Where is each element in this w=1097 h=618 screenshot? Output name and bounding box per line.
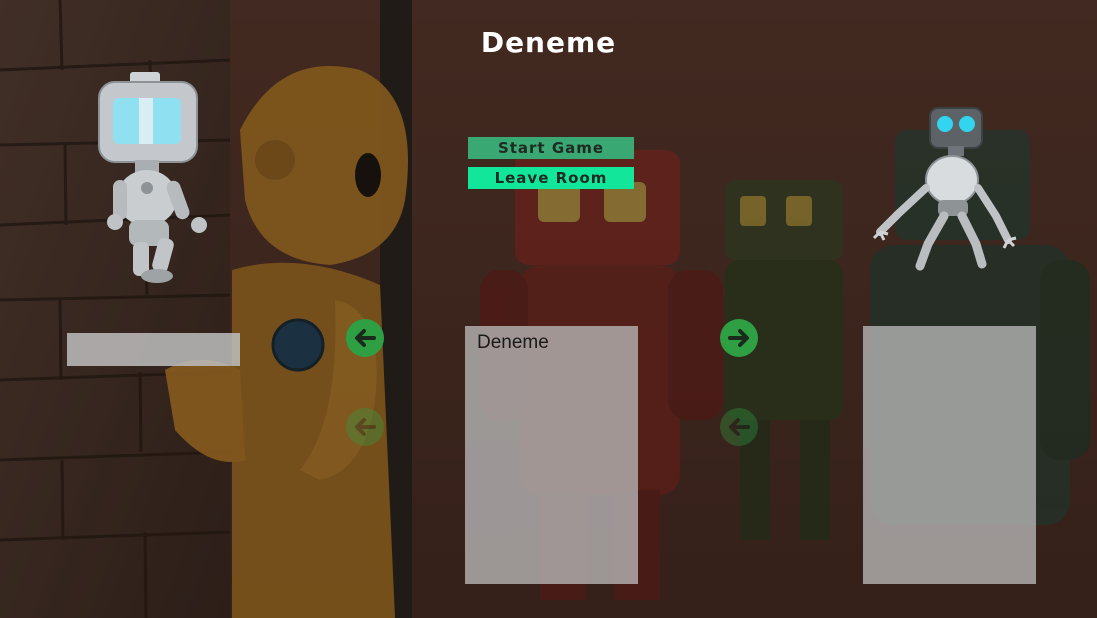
player-avatar-left [98,72,207,283]
previous-character-button[interactable] [346,319,384,357]
arrow-right-icon [720,319,758,357]
arrow-left-icon [346,408,384,446]
next-character-button[interactable] [720,319,758,357]
previous-character-button-right-disabled[interactable] [720,408,758,446]
player-name-field-left [67,333,240,366]
arrow-left-icon [346,319,384,357]
room-title: Deneme [480,26,617,59]
start-game-button[interactable]: Start Game [468,137,634,159]
player-slot-right [863,326,1036,584]
previous-character-button-disabled[interactable] [346,408,384,446]
arrow-left-icon [720,408,758,446]
player-slot-center: Deneme [465,326,638,584]
player-name-center: Deneme [477,332,549,353]
leave-room-button[interactable]: Leave Room [468,167,634,189]
lobby-screen: Deneme Start Game Leave Room Deneme [0,0,1097,618]
player-avatar-right [872,107,1017,271]
